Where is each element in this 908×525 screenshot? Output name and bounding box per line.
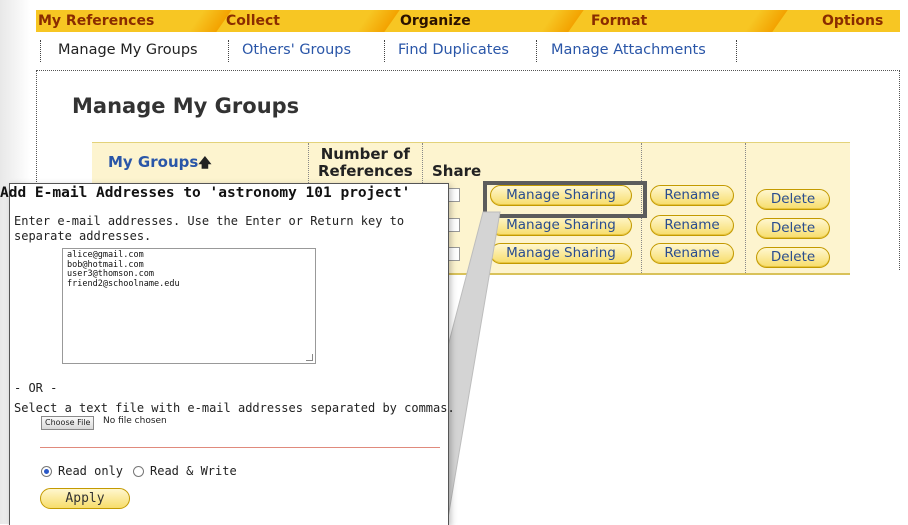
dialog-instructions-line1: Enter e-mail addresses. Use the Enter or… [14,214,405,228]
read-only-label: Read only [58,464,124,478]
apply-button[interactable]: Apply [40,488,130,509]
email-entry: friend2@schoolname.edu [67,278,180,289]
dialog-divider [40,447,440,448]
email-addresses-textarea[interactable]: alice@gmail.com bob@hotmail.com user3@th… [62,248,316,364]
read-write-label: Read & Write [150,464,237,478]
file-instructions: Select a text file with e-mail addresses… [14,401,455,415]
dialog-instructions-line2: separate addresses. [14,229,152,243]
read-only-radio[interactable] [41,466,52,477]
choose-file-button[interactable]: Choose File [41,416,95,430]
read-write-radio[interactable] [133,466,144,477]
dialog-title: Add E-mail Addresses to 'astronomy 101 p… [0,185,411,201]
or-separator-label: - OR - [14,381,58,395]
textarea-resize-handle[interactable] [306,354,313,361]
no-file-chosen-label: No file chosen [103,416,167,426]
